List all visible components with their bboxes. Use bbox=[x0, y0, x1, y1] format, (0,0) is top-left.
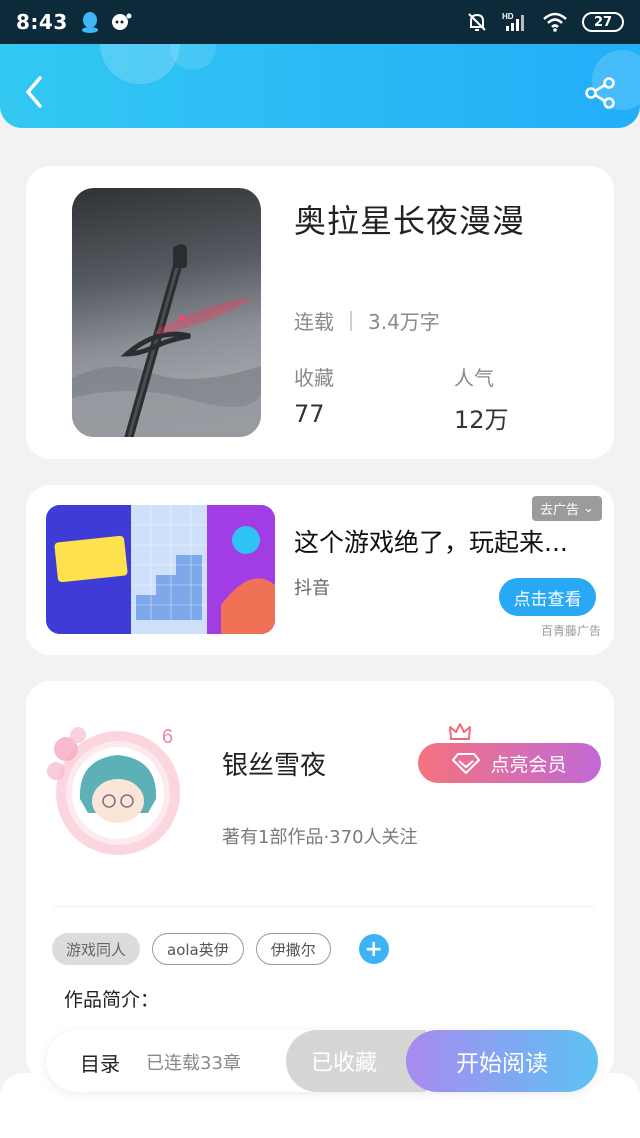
author-name[interactable]: 银丝雪夜 bbox=[222, 745, 326, 782]
start-reading-button[interactable]: 开始阅读 bbox=[406, 1030, 598, 1092]
ad-game-illustration bbox=[46, 505, 275, 634]
vip-button[interactable]: 点亮会员 bbox=[418, 743, 601, 783]
collected-button[interactable]: 已收藏 bbox=[286, 1030, 426, 1092]
header-decoration bbox=[100, 44, 180, 84]
divider bbox=[350, 310, 352, 331]
crown-icon bbox=[449, 723, 471, 740]
avatar[interactable]: 6 bbox=[38, 709, 198, 869]
bottom-action-bar: 目录 已连载33章 已收藏 开始阅读 bbox=[46, 1030, 598, 1092]
tag-item[interactable]: aola英伊 bbox=[152, 933, 244, 965]
chapter-count: 已连载33章 bbox=[146, 1053, 241, 1074]
intro-label: 作品简介： bbox=[64, 989, 160, 1011]
book-info-card: 奥拉星长夜漫漫 连载 3.4万字 收藏 77 人气 12万 bbox=[26, 166, 614, 459]
status-bar: 8:43 HD 27 bbox=[0, 0, 640, 44]
remove-ad-button[interactable]: 去广告 ⌄ bbox=[532, 496, 602, 521]
word-count: 3.4万字 bbox=[368, 310, 440, 334]
share-icon[interactable] bbox=[583, 76, 617, 110]
stat-label-favorites: 收藏 bbox=[294, 366, 334, 390]
book-cover[interactable] bbox=[72, 188, 261, 437]
header-decoration bbox=[170, 44, 216, 70]
status-time: 8:43 bbox=[16, 10, 68, 34]
chevron-left-icon[interactable] bbox=[20, 74, 50, 110]
add-tag-icon[interactable]: + bbox=[358, 934, 389, 964]
book-status-row: 连载 3.4万字 bbox=[294, 306, 440, 335]
chat-icon bbox=[111, 13, 132, 30]
tag-list: 游戏同人 aola英伊 伊撒尔 + bbox=[52, 933, 389, 965]
qq-icon bbox=[81, 12, 98, 33]
wifi-icon bbox=[543, 12, 567, 32]
battery-indicator: 27 bbox=[582, 12, 624, 32]
vip-button-label: 点亮会员 bbox=[490, 753, 567, 776]
author-meta: 著有1部作品·370人关注 bbox=[222, 827, 418, 848]
toc-button[interactable]: 目录 bbox=[80, 1048, 120, 1077]
serial-status: 连载 bbox=[294, 310, 334, 334]
signal-hd-icon: HD bbox=[502, 12, 524, 31]
stat-value-favorites: 77 bbox=[294, 400, 325, 428]
tag-item[interactable]: 伊撒尔 bbox=[255, 933, 331, 965]
author-card: 6 银丝雪夜 著有1部作品·370人关注 点亮会员 游戏同人 aola英伊 伊撒… bbox=[26, 681, 614, 1081]
collected-label: 已收藏 bbox=[310, 1051, 377, 1076]
chevron-down-icon: ⌄ bbox=[583, 501, 594, 516]
book-title: 奥拉星长夜漫漫 bbox=[294, 202, 526, 240]
top-header bbox=[0, 44, 640, 128]
stat-label-popularity: 人气 bbox=[454, 366, 494, 390]
sword-illustration bbox=[72, 244, 261, 437]
ad-image[interactable] bbox=[46, 505, 275, 634]
diamond-icon bbox=[452, 753, 481, 774]
ad-view-button[interactable]: 点击查看 bbox=[499, 578, 596, 616]
ad-title[interactable]: 这个游戏绝了，玩起来... bbox=[294, 523, 594, 559]
avatar-level: 6 bbox=[162, 726, 173, 748]
ad-brand: 百青藤广告 bbox=[541, 624, 602, 638]
tag-item[interactable]: 游戏同人 bbox=[52, 933, 141, 965]
mute-bell-icon bbox=[468, 13, 486, 31]
ad-card[interactable]: 去广告 ⌄ 这个游戏绝了，玩起来... 抖音 点击查看 百青藤广告 bbox=[26, 485, 614, 655]
stat-value-popularity: 12万 bbox=[454, 406, 509, 434]
ad-source: 抖音 bbox=[294, 578, 330, 599]
svg-text:HD: HD bbox=[502, 12, 514, 21]
remove-ad-label: 去广告 bbox=[540, 503, 580, 518]
divider bbox=[54, 906, 594, 907]
